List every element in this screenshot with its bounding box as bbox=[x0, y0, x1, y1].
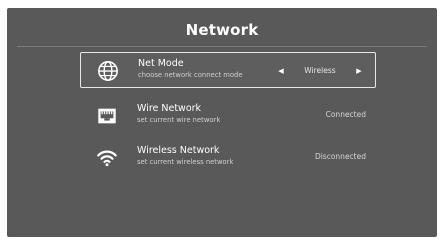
net-mode-value: Wireless bbox=[304, 66, 336, 75]
wire-network-title: Wire Network bbox=[137, 103, 202, 114]
wire-network-row[interactable]: Wire Network set current wire network Co… bbox=[80, 98, 376, 134]
right-arrow-icon[interactable]: ▶ bbox=[354, 64, 364, 78]
wire-network-status: Connected bbox=[325, 110, 366, 119]
wireless-network-description: set current wireless network bbox=[137, 158, 234, 166]
wire-network-description: set current wire network bbox=[137, 116, 221, 124]
net-mode-row[interactable]: Net Mode choose network connect mode ◀ W… bbox=[80, 52, 376, 88]
wireless-network-row[interactable]: Wireless Network set current wireless ne… bbox=[80, 140, 376, 176]
net-mode-title: Net Mode bbox=[138, 58, 184, 69]
net-mode-selector[interactable]: ◀ Wireless ▶ bbox=[276, 64, 364, 78]
network-settings-screen: Network Net Mode choose network connect … bbox=[7, 8, 437, 237]
wifi-icon bbox=[96, 147, 118, 169]
ethernet-port-icon bbox=[96, 105, 118, 127]
page-title: Network bbox=[185, 21, 259, 39]
globe-icon bbox=[97, 60, 119, 82]
title-divider bbox=[17, 46, 427, 47]
wireless-network-title: Wireless Network bbox=[137, 145, 220, 156]
left-arrow-icon[interactable]: ◀ bbox=[276, 64, 286, 78]
net-mode-description: choose network connect mode bbox=[138, 71, 243, 79]
wireless-network-status: Disconnected bbox=[314, 152, 366, 161]
